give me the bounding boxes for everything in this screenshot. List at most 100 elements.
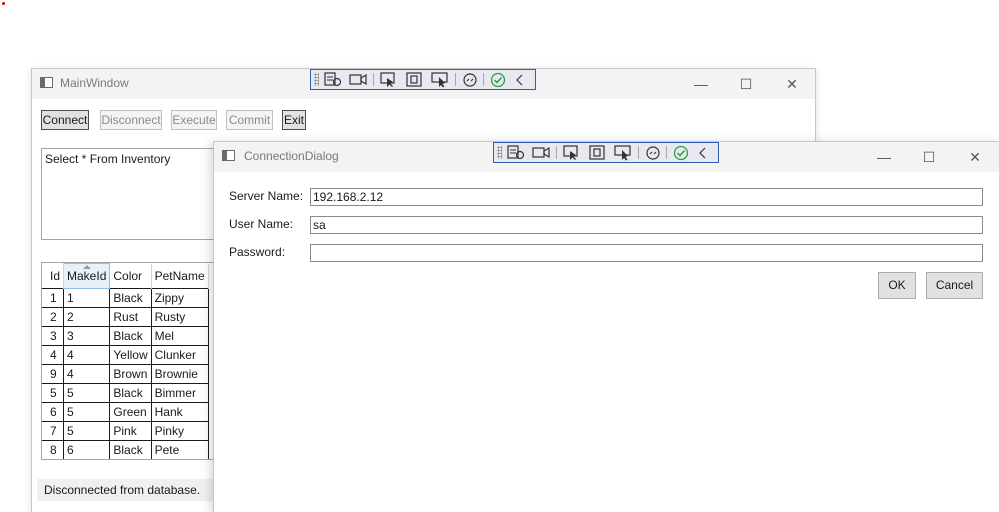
grid-cell[interactable]: Rusty — [151, 307, 209, 327]
toolbar-separator — [556, 146, 557, 159]
grid-cell[interactable]: Black — [109, 383, 152, 403]
dialog-window-icon — [222, 150, 235, 161]
toolbar-separator — [455, 73, 456, 86]
toolbar-separator — [666, 146, 667, 159]
main-window-titlebar[interactable]: MainWindow — ☐ ✕ — [32, 69, 815, 99]
table-row[interactable]: 6 5 Green Hank — [42, 402, 209, 422]
column-header-makeid[interactable]: MakeId — [63, 263, 111, 289]
video-camera-icon[interactable] — [531, 144, 551, 161]
status-bar-text: Disconnected from database. — [37, 479, 237, 501]
inventory-grid[interactable]: Id MakeId Color PetName 1 1 Black Zippy … — [41, 262, 231, 460]
grid-cell[interactable]: 6 — [42, 402, 65, 422]
display-layout-adorners-icon[interactable] — [588, 144, 608, 161]
toolbar-separator — [373, 73, 374, 86]
dialog-titlebar[interactable]: ConnectionDialog — ☐ ✕ — [214, 142, 999, 172]
grid-cell[interactable]: Hank — [151, 402, 209, 422]
table-row[interactable]: 3 3 Black Mel — [42, 326, 209, 346]
grid-cell[interactable]: Green — [109, 402, 152, 422]
disconnect-button[interactable]: Disconnect — [100, 110, 162, 130]
dialog-title: ConnectionDialog — [244, 149, 339, 163]
main-close-button[interactable]: ✕ — [782, 74, 802, 94]
grid-cell[interactable]: 6 — [63, 440, 111, 459]
binding-failures-icon[interactable] — [644, 144, 662, 161]
grid-cell[interactable]: 4 — [63, 345, 111, 365]
grid-cell[interactable]: 2 — [63, 307, 111, 327]
table-row[interactable]: 1 1 Black Zippy — [42, 288, 209, 308]
hot-reload-check-icon[interactable] — [489, 71, 507, 88]
screen-marker-dot — [2, 2, 5, 5]
commit-button[interactable]: Commit — [226, 110, 273, 130]
track-focused-element-icon[interactable] — [430, 71, 450, 88]
column-header-petname[interactable]: PetName — [151, 263, 209, 289]
grid-cell[interactable]: 3 — [42, 326, 65, 346]
query-textbox[interactable]: Select * From Inventory — [41, 148, 241, 240]
execute-button[interactable]: Execute — [171, 110, 217, 130]
grid-cell[interactable]: 2 — [42, 307, 65, 327]
grid-cell[interactable]: 9 — [42, 364, 65, 384]
column-header-color[interactable]: Color — [109, 263, 152, 289]
video-camera-icon[interactable] — [348, 71, 368, 88]
toolbar-grip-icon[interactable] — [314, 73, 319, 86]
table-row[interactable]: 8 6 Black Pete — [42, 440, 209, 459]
grid-cell[interactable]: 3 — [63, 326, 111, 346]
grid-cell[interactable]: Yellow — [109, 345, 152, 365]
grid-cell[interactable]: Black — [109, 440, 152, 459]
grid-cell[interactable]: 5 — [42, 383, 65, 403]
table-row[interactable]: 9 4 Brown Brownie — [42, 364, 209, 384]
grid-cell[interactable]: Black — [109, 288, 152, 308]
grid-cell[interactable]: 5 — [63, 383, 111, 403]
debug-toolbar-dialog — [493, 142, 719, 163]
main-maximize-button[interactable]: ☐ — [736, 74, 756, 94]
grid-cell[interactable]: Mel — [151, 326, 209, 346]
grid-cell[interactable]: Bimmer — [151, 383, 209, 403]
collapse-toolbar-chevron-icon[interactable] — [512, 71, 526, 88]
grid-cell[interactable]: Pinky — [151, 421, 209, 441]
grid-cell[interactable]: 5 — [63, 402, 111, 422]
grid-cell[interactable]: 4 — [42, 345, 65, 365]
exit-button[interactable]: Exit — [282, 110, 306, 130]
live-visual-tree-icon[interactable] — [506, 144, 526, 161]
table-row[interactable]: 2 2 Rust Rusty — [42, 307, 209, 327]
grid-cell[interactable]: Black — [109, 326, 152, 346]
cancel-button[interactable]: Cancel — [926, 272, 983, 299]
dialog-close-button[interactable]: ✕ — [965, 147, 985, 167]
grid-cell[interactable]: Pete — [151, 440, 209, 459]
grid-cell[interactable]: 7 — [42, 421, 65, 441]
dialog-minimize-button[interactable]: — — [874, 147, 894, 167]
password-input[interactable] — [310, 244, 983, 262]
grid-cell[interactable]: Zippy — [151, 288, 209, 308]
live-visual-tree-icon[interactable] — [323, 71, 343, 88]
grid-cell[interactable]: 4 — [63, 364, 111, 384]
user-name-input[interactable] — [310, 216, 983, 234]
app-window-icon — [40, 77, 53, 88]
table-row[interactable]: 7 5 Pink Pinky — [42, 421, 209, 441]
table-row[interactable]: 4 4 Yellow Clunker — [42, 345, 209, 365]
display-layout-adorners-icon[interactable] — [405, 71, 425, 88]
main-minimize-button[interactable]: — — [691, 74, 711, 94]
grid-cell[interactable]: 1 — [63, 288, 111, 308]
binding-failures-icon[interactable] — [461, 71, 479, 88]
track-focused-element-icon[interactable] — [613, 144, 633, 161]
grid-cell[interactable]: Brownie — [151, 364, 209, 384]
password-label: Password: — [229, 245, 286, 259]
grid-cell[interactable]: Clunker — [151, 345, 209, 365]
select-element-icon[interactable] — [562, 144, 582, 161]
user-name-label: User Name: — [229, 217, 294, 231]
grid-cell[interactable]: Rust — [109, 307, 152, 327]
server-name-input[interactable] — [310, 188, 983, 206]
column-header-id[interactable]: Id — [42, 263, 65, 289]
server-name-label: Server Name: — [229, 189, 304, 203]
dialog-maximize-button[interactable]: ☐ — [919, 147, 939, 167]
grid-cell[interactable]: 1 — [42, 288, 65, 308]
table-row[interactable]: 5 5 Black Bimmer — [42, 383, 209, 403]
grid-cell[interactable]: Pink — [109, 421, 152, 441]
ok-button[interactable]: OK — [878, 272, 916, 299]
grid-cell[interactable]: Brown — [109, 364, 152, 384]
grid-cell[interactable]: 8 — [42, 440, 65, 459]
toolbar-grip-icon[interactable] — [497, 146, 502, 159]
select-element-icon[interactable] — [379, 71, 399, 88]
connect-button[interactable]: Connect — [41, 110, 89, 130]
collapse-toolbar-chevron-icon[interactable] — [695, 144, 709, 161]
hot-reload-check-icon[interactable] — [672, 144, 690, 161]
grid-cell[interactable]: 5 — [63, 421, 111, 441]
